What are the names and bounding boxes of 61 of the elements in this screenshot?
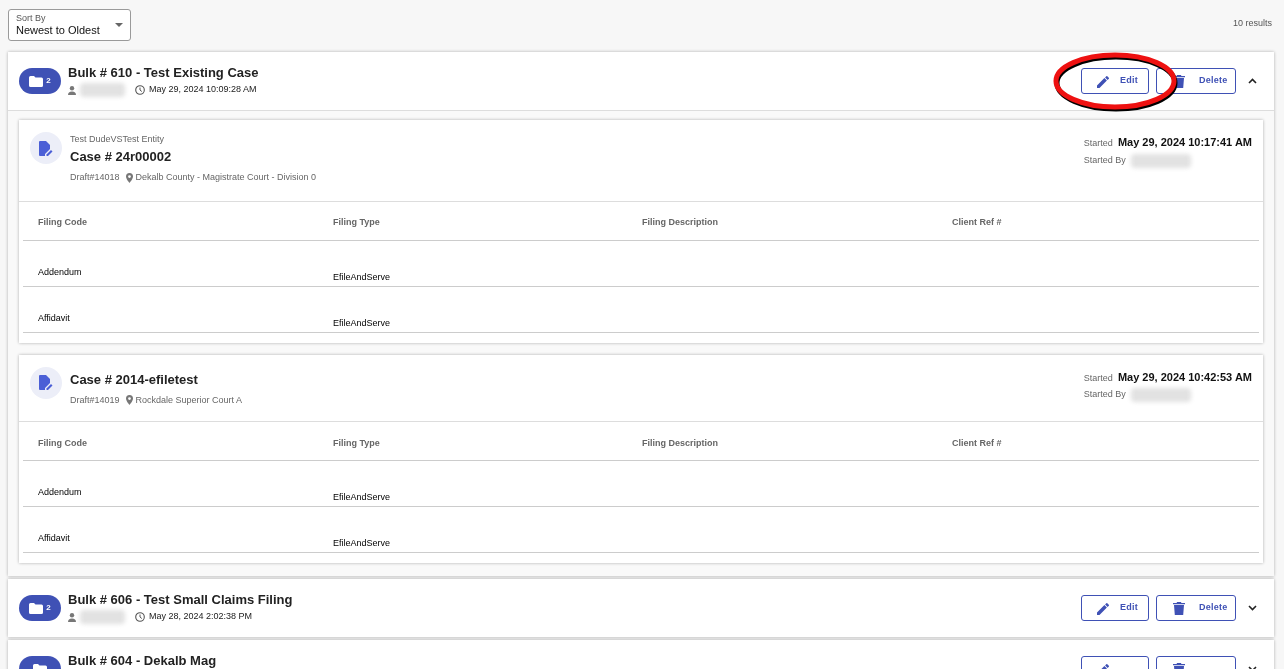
delete-button[interactable]: Delete [1156,68,1236,94]
edit-button[interactable]: Edit [1081,68,1149,94]
started-date: May 29, 2024 10:42:53 AM [1117,369,1252,385]
table-cell: EfileAndServe [333,271,391,282]
location-pin-icon [125,395,133,406]
clock-icon [135,85,145,95]
document-edit-icon [30,132,62,164]
bulk-title: Bulk # 606 - Test Small Claims Filing [68,592,293,608]
table-cell: EfileAndServe [333,538,391,548]
started-by-label: Started By [1083,153,1126,167]
folder-count-badge: 2 [19,595,61,621]
table-cell: Addendum [38,266,82,277]
column-header: Filing Code [38,217,87,227]
table-cell: Affidavit [38,533,70,543]
trash-icon [1173,601,1185,615]
column-header: Client Ref # [952,217,1002,227]
chevron-down-icon[interactable] [1248,605,1257,611]
clock-icon [135,612,145,622]
sort-dropdown[interactable]: Sort By Newest to Oldest [8,9,131,41]
started-by-label: Started By [1083,388,1126,402]
table-cell: Addendum [38,487,82,497]
pencil-icon [1097,601,1109,615]
folder-count-badge: 2 [19,68,61,94]
trash-icon [1173,74,1185,88]
folder-icon [29,75,44,87]
column-header: Client Ref # [952,437,1002,448]
column-header: Filing Description [642,437,718,448]
document-edit-icon [30,366,62,399]
column-header: Filing Description [642,217,718,227]
results-count: 10 results [1232,17,1273,30]
delete-button[interactable]: Delete [1156,595,1236,621]
pencil-icon [1097,74,1109,88]
column-header: Filing Type [333,437,380,448]
started-date: May 29, 2024 10:17:41 AM [1117,135,1252,150]
party-names: Test DudeVSTest Entity [70,133,166,145]
location-pin-icon [125,172,133,183]
bulk-title: Bulk # 610 - Test Existing Case [68,65,259,81]
caret-down-icon [115,23,123,27]
court-name: Rockdale Superior Court A [135,393,243,407]
chevron-up-icon[interactable] [1248,78,1257,84]
created-date: May 29, 2024 10:09:28 AM [149,83,257,97]
column-header: Filing Type [333,217,380,227]
edit-button[interactable]: Edit [1081,595,1149,621]
draft-number: Draft#14019 [70,393,120,407]
started-label: Started [1083,371,1113,385]
folder-icon [29,602,44,614]
table-cell: Affidavit [38,312,70,323]
table-cell: EfileAndServe [333,317,391,328]
court-name: Dekalb County - Magistrate Court - Division 0 [135,171,317,184]
case-title: Case # 24r00002 [70,148,173,166]
case-title: Case # 2014-efiletest [70,370,199,389]
created-date: May 28, 2024 2:02:38 PM [149,610,253,624]
bulk-title: Bulk # 604 - Dekalb Mag [68,653,217,669]
person-icon [68,85,76,95]
started-label: Started [1083,137,1113,150]
table-cell: EfileAndServe [333,492,391,502]
person-icon [68,612,76,622]
column-header: Filing Code [38,437,87,448]
blurred-username [1130,388,1191,402]
draft-number: Draft#14018 [70,171,120,184]
blurred-username [1130,153,1191,168]
